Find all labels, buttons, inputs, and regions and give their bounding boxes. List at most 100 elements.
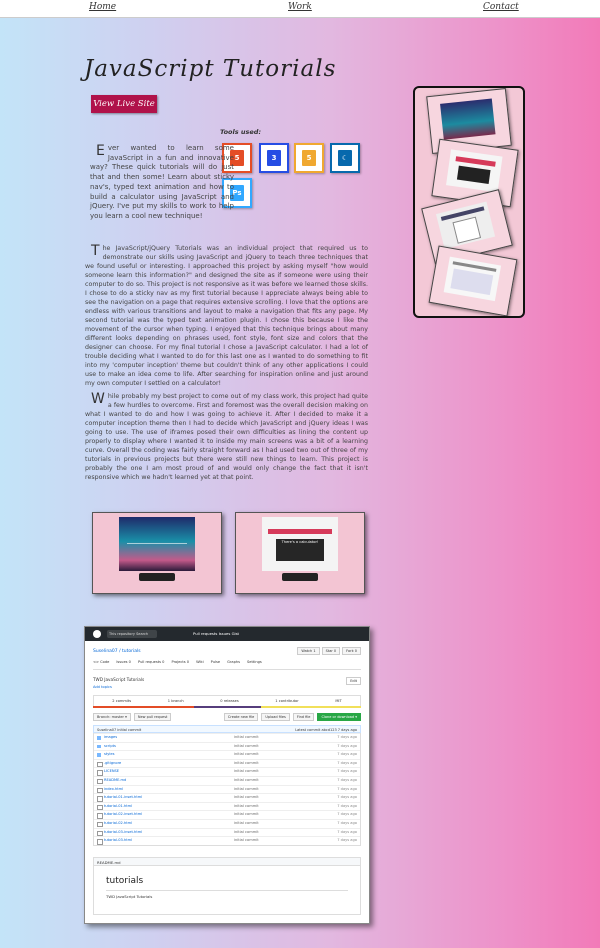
github-branch-button: Branch: master ▾ xyxy=(93,713,131,721)
file-name: tutorial-03.html xyxy=(104,838,133,843)
github-header-links: Pull requests Issues Gist xyxy=(193,631,240,636)
commit-message: initial commit xyxy=(234,812,259,817)
file-name: tutorial-02.html xyxy=(104,820,133,825)
approach-paragraph: The JavaScript/jQuery Tutorials was an i… xyxy=(85,244,368,388)
github-stat: 1 contributor xyxy=(275,699,299,703)
commit-age: 7 days ago xyxy=(337,735,357,739)
github-repo-tabs: <> Code Issues 0 Pull requests 0 Projects 0… xyxy=(93,660,361,670)
github-readme: tutorials TWD JavaScript Tutorials xyxy=(93,866,361,915)
collage-screenshot-4 xyxy=(428,245,518,316)
github-file-action-button: Clone or download ▾ xyxy=(317,713,361,721)
github-file-list: images initial commit 7 days ago scripts ini… xyxy=(93,733,361,846)
monitor-mockup-2[interactable]: There's a calculator! xyxy=(235,512,365,594)
javascript-icon: 5 xyxy=(294,143,324,173)
file-name: tutorial-02-inset.html xyxy=(104,812,143,817)
table-row: README.md initial commit 7 days ago xyxy=(94,775,360,785)
file-icon xyxy=(97,839,103,845)
commit-age: 7 days ago xyxy=(337,769,357,774)
table-row: tutorial-01-inset.html initial commit 7 da… xyxy=(94,793,360,802)
github-readme-title: tutorials xyxy=(106,876,144,886)
file-name: index.html xyxy=(104,786,124,791)
commit-age: 7 days ago xyxy=(337,743,357,748)
file-name: scripts xyxy=(104,743,116,748)
commit-message: initial commit xyxy=(234,820,259,825)
file-name: README.md xyxy=(104,777,127,782)
monitor-caption: There's a calculator! xyxy=(281,540,319,544)
github-tab: Settings xyxy=(247,660,262,664)
table-row: tutorial-03-inset.html initial commit 7 da… xyxy=(94,827,360,837)
commit-message: initial commit xyxy=(234,769,259,774)
intro-paragraph: Ever wanted to learn some JavaScript in … xyxy=(90,144,234,222)
monitor-mockup-1[interactable] xyxy=(92,512,222,594)
table-row: tutorial-03.html initial commit 7 days ago xyxy=(94,836,360,845)
monitor-screen xyxy=(119,517,195,571)
table-row: scripts initial commit 7 days ago xyxy=(94,741,360,751)
github-branch-controls: Branch: master ▾ New pull request xyxy=(93,713,172,721)
file-name: styles xyxy=(104,752,115,757)
monitor-stand xyxy=(139,573,175,581)
view-live-site-button[interactable]: View Live Site xyxy=(91,95,157,113)
github-action-button: Watch 1 xyxy=(297,647,320,655)
github-tab: Issues 0 xyxy=(116,660,131,664)
monitor-screen xyxy=(446,149,503,193)
table-row: LICENSE initial commit 7 days ago xyxy=(94,767,360,776)
tools-label: Tools used: xyxy=(220,128,262,136)
table-row: .gitignore initial commit 7 days ago xyxy=(94,758,360,768)
github-stat: 1 branch xyxy=(167,699,184,703)
github-search-input: This repository Search xyxy=(107,630,157,638)
table-row: index.html initial commit 7 days ago xyxy=(94,784,360,794)
nav-contact-link[interactable]: Contact xyxy=(483,2,519,12)
tool-glyph: ☾ xyxy=(338,150,352,166)
nav-home-link[interactable]: Home xyxy=(89,2,116,12)
commit-message: initial commit xyxy=(234,752,259,757)
commit-message: initial commit xyxy=(234,735,259,739)
page-title: JavaScript Tutorials xyxy=(84,56,337,82)
table-row: images initial commit 7 days ago xyxy=(94,733,360,742)
github-file-action-button: Create new file xyxy=(223,713,259,721)
drop-cap: E xyxy=(96,143,105,159)
commit-message: initial commit xyxy=(234,786,259,791)
github-branch-button: New pull request xyxy=(133,713,172,721)
github-topics-link: Add topics xyxy=(93,685,112,689)
github-file-action-button: Upload files xyxy=(261,713,290,721)
commit-age: 7 days ago xyxy=(337,838,357,843)
github-edit-button: Edit xyxy=(346,677,361,685)
github-action-button: Star 0 xyxy=(321,647,341,655)
css3-icon: 3 xyxy=(259,143,289,173)
github-commit-message: Suselina07 initial commit xyxy=(97,728,142,732)
github-screenshot[interactable]: This repository Search Pull requests Iss… xyxy=(84,626,370,924)
github-stat: 0 releases xyxy=(220,699,239,703)
commit-age: 7 days ago xyxy=(337,760,357,765)
github-tab: Projects 0 xyxy=(171,660,190,664)
monitor-screen xyxy=(443,256,502,302)
table-row: tutorial-02.html initial commit 7 days ago xyxy=(94,818,360,828)
file-name: .gitignore xyxy=(104,760,122,765)
file-name: tutorial-03-inset.html xyxy=(104,829,143,834)
commit-age: 7 days ago xyxy=(337,820,357,825)
jquery-icon: ☾ xyxy=(330,143,360,173)
intro-text: ver wanted to learn some JavaScript in a… xyxy=(90,144,234,220)
commit-message: initial commit xyxy=(234,795,259,800)
github-language-bar xyxy=(93,706,361,708)
screenshot-collage[interactable] xyxy=(413,86,525,318)
github-readme-header: README.md xyxy=(93,857,361,866)
approach-text: he JavaScript/jQuery Tutorials was an in… xyxy=(85,245,368,387)
monitor-stand xyxy=(282,573,318,581)
github-file-actions: Create new file Upload files Find file Clon… xyxy=(223,713,361,721)
commit-message: initial commit xyxy=(234,760,259,765)
file-name: tutorial-01-inset.html xyxy=(104,795,143,800)
table-row: tutorial-02-inset.html initial commit 7 da… xyxy=(94,810,360,819)
github-description: TWD JavaScript Tutorials xyxy=(93,677,145,682)
monitor-screen xyxy=(440,98,496,140)
monitor-screen: There's a calculator! xyxy=(262,517,338,571)
nav-work-link[interactable]: Work xyxy=(288,2,312,12)
file-name: tutorial-01.html xyxy=(104,803,133,808)
github-tab: <> Code xyxy=(93,660,110,664)
commit-age: 7 days ago xyxy=(337,795,357,800)
divider xyxy=(106,890,348,891)
drop-cap: T xyxy=(91,243,100,259)
github-repo-name: Suselina07 / tutorials xyxy=(93,649,141,654)
commit-message: initial commit xyxy=(234,838,259,843)
commit-age: 7 days ago xyxy=(337,752,357,757)
commit-message: initial commit xyxy=(234,829,259,834)
